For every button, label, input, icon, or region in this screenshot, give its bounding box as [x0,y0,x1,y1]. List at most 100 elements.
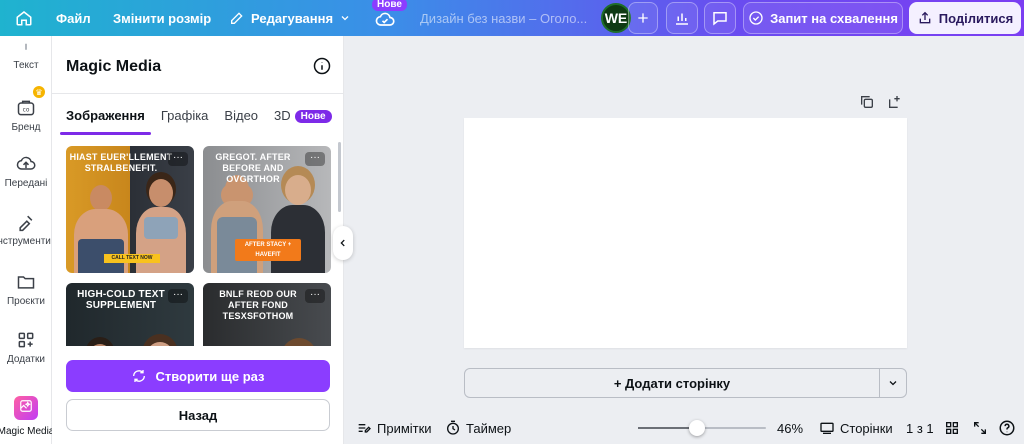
tab-video[interactable]: Відео [224,108,258,132]
generate-again-button[interactable]: Створити ще раз [66,360,330,392]
person-image [209,344,265,346]
more-options-button[interactable]: ··· [305,289,325,303]
thumbnail-cta: CALL TEXT NOW [104,254,160,263]
info-icon[interactable] [313,57,331,75]
share-button[interactable]: Поділитися [909,2,1021,34]
new-badge: Нове [294,110,332,123]
svg-text:co: co [23,107,30,113]
tab-graphics[interactable]: Графіка [161,108,209,132]
home-icon[interactable] [10,2,38,34]
pages-icon [820,422,834,434]
notes-icon [358,424,371,433]
editing-menu[interactable]: Редагування [229,0,351,36]
more-options-button[interactable]: ··· [168,289,188,303]
zoom-slider[interactable] [638,420,766,436]
thumbnail-title: HIAST EUER'LLEMENT STRALBENEFIT. [69,152,173,173]
insights-button[interactable] [666,2,698,34]
check-circle-icon [749,11,763,25]
back-button[interactable]: Назад [66,399,330,431]
pages-label: Сторінки [840,420,893,436]
zoom-percent[interactable]: 46% [777,412,803,444]
share-icon [919,11,931,24]
comment-icon [713,12,727,26]
add-collaborator-button[interactable] [628,2,658,34]
more-options-button[interactable]: ··· [305,152,325,166]
panel-scrollbar[interactable] [338,142,341,212]
thumbnail-title: BNLF REOD OUR AFTER FOND TESXSFOTHOM [219,289,297,321]
apps-icon [18,332,34,348]
pages-button[interactable]: Сторінки [819,412,893,444]
generated-results-grid: HIAST EUER'LLEMENT STRALBENEFIT. ··· CAL… [66,146,334,346]
magic-media-panel: Magic Media Зображення Графіка Відео 3D Н… [52,36,344,444]
generate-again-label: Створити ще раз [155,368,265,384]
duplicate-page-icon[interactable] [859,94,875,110]
rail-item-label: інструменти [0,236,51,247]
approval-label: Запит на схвалення [770,10,898,26]
chevron-down-icon [889,381,897,386]
left-rail: Текст co Бренд ♛ Передані інструменти Пр… [0,36,55,444]
rail-item-apps[interactable]: Додатки [0,330,52,365]
timer-button[interactable]: Таймер [445,412,511,444]
rail-item-label: Проєкти [6,296,46,307]
resize-menu[interactable]: Змінити розмір [113,0,211,36]
bar-chart-icon [676,13,688,25]
tab-images[interactable]: Зображення [60,108,151,135]
rail-item-text[interactable]: Текст [0,42,52,71]
cloud-upload-icon [16,156,36,170]
top-bar: Файл Змінити розмір Редагування Нове Диз… [0,0,1024,36]
rail-item-label: Передані [4,178,48,189]
chevron-left-icon [340,239,345,247]
add-page-button[interactable]: + Додати сторінку [464,368,880,398]
crown-icon: ♛ [33,86,45,98]
person-image [132,340,188,346]
text-icon [25,43,27,50]
rail-item-label: Бренд [11,122,41,133]
rail-item-uploads[interactable]: Передані [0,154,52,189]
magic-media-icon [14,396,38,420]
comments-button[interactable] [704,2,736,34]
divider [52,93,343,94]
tab-3d[interactable]: 3D Нове [274,108,332,132]
collapse-panel-button[interactable] [333,226,353,260]
brand-icon: co [17,100,35,116]
add-page-dropdown[interactable] [879,368,907,398]
timer-label: Таймер [466,420,512,436]
page-counter[interactable]: 1 з 1 [906,412,934,444]
result-thumbnail[interactable]: VS BNLF REOD OUR AFTER FOND TESXSFOTHOM … [203,283,331,346]
timer-icon [447,420,459,435]
rail-item-tools[interactable]: інструменти [0,212,52,247]
media-tabs: Зображення Графіка Відео 3D Нове [60,108,343,135]
plus-icon [638,13,648,23]
more-options-button[interactable]: ··· [168,152,188,166]
editing-label: Редагування [251,10,334,26]
folder-icon [17,276,35,289]
notes-label: Примітки [377,420,432,436]
zoom-slider-knob[interactable] [688,420,705,436]
tab-3d-label: 3D [274,108,291,123]
share-label: Поділитися [938,10,1014,26]
refresh-icon [133,370,146,382]
result-thumbnail[interactable]: HIAST EUER'LLEMENT STRALBENEFIT. ··· CAL… [66,146,194,273]
grid-view-icon[interactable] [944,412,960,444]
notes-button[interactable]: Примітки [356,412,432,444]
document-title[interactable]: Дизайн без назви – Оголо... [420,0,587,36]
add-page-icon[interactable] [887,94,903,110]
result-thumbnail[interactable]: GREGOT. AFTER BEFORE AND OVGRTHOR ··· AF… [203,146,331,273]
fullscreen-icon[interactable] [972,412,988,444]
chevron-down-icon [341,16,349,21]
rail-item-label: Magic Media [0,426,55,437]
request-approval-button[interactable]: Запит на схвалення [743,2,903,34]
rail-item-magic-media[interactable]: Magic Media [0,396,55,437]
rail-item-projects[interactable]: Проєкти [0,272,52,307]
person-image [72,340,128,346]
result-thumbnail[interactable]: HIGH-COLD TEXT SUPPLEMENT ··· [66,283,194,346]
file-menu[interactable]: Файл [56,0,91,36]
rail-item-brand[interactable]: co Бренд [0,98,52,133]
new-badge: Нове [372,0,407,11]
rail-item-label: Додатки [7,354,45,365]
avatar[interactable]: WE [601,3,631,33]
design-page[interactable] [464,118,907,348]
help-icon[interactable] [998,412,1016,444]
rail-item-label: Текст [13,60,39,71]
panel-title: Magic Media [66,58,162,75]
